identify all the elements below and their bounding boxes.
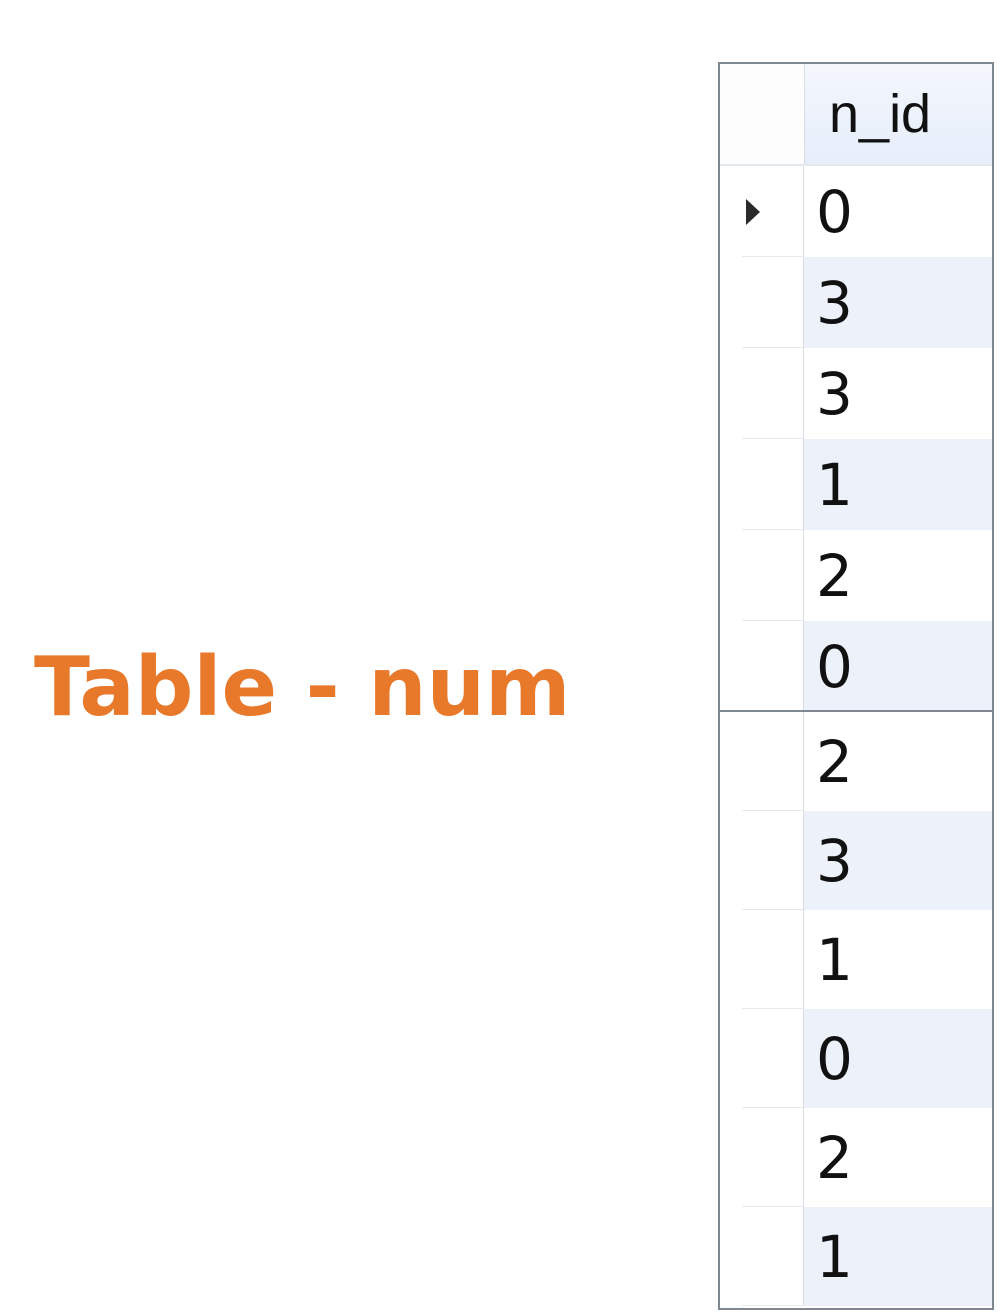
table-row[interactable]: 1 (720, 1207, 992, 1306)
column-header-n-id[interactable]: n_id (805, 64, 992, 164)
table-row[interactable]: 0 (720, 166, 992, 257)
table-row[interactable]: 1 (720, 439, 992, 530)
row-header[interactable] (720, 1108, 804, 1207)
cell-n-id[interactable]: 1 (804, 1207, 992, 1306)
table-row[interactable]: 0 (720, 1009, 992, 1108)
cell-n-id[interactable]: 0 (804, 1009, 992, 1108)
row-header[interactable] (720, 621, 804, 712)
table-row[interactable]: 1 (720, 910, 992, 1009)
cell-n-id[interactable]: 2 (804, 712, 992, 811)
row-header[interactable] (720, 530, 804, 621)
table-row[interactable]: 0 (720, 621, 992, 712)
row-header[interactable] (720, 439, 804, 530)
table-row[interactable]: 3 (720, 257, 992, 348)
result-grid-top[interactable]: n_id 0 3 3 1 2 0 (718, 62, 994, 712)
cell-n-id[interactable]: 2 (804, 1108, 992, 1207)
slide-stage: Table - num n_id 0 3 3 1 2 0 2 3 1 0 2 1 (0, 0, 1008, 1312)
row-header[interactable] (720, 166, 804, 257)
cell-n-id[interactable]: 0 (804, 166, 992, 257)
cell-n-id[interactable]: 3 (804, 257, 992, 348)
table-row[interactable]: 2 (720, 1108, 992, 1207)
table-row[interactable]: 3 (720, 811, 992, 910)
row-indicator-arrow-icon (746, 198, 760, 225)
cell-n-id[interactable]: 0 (804, 621, 992, 712)
table-row[interactable]: 2 (720, 530, 992, 621)
table-caption: Table - num (34, 640, 571, 735)
table-row[interactable]: 2 (720, 712, 992, 811)
table-row[interactable]: 3 (720, 348, 992, 439)
row-header[interactable] (720, 1207, 804, 1306)
result-grid-bottom[interactable]: 2 3 1 0 2 1 (718, 710, 994, 1310)
row-header[interactable] (720, 811, 804, 910)
cell-n-id[interactable]: 1 (804, 439, 992, 530)
row-header[interactable] (720, 257, 804, 348)
row-header[interactable] (720, 910, 804, 1009)
grid-corner[interactable] (720, 64, 805, 164)
cell-n-id[interactable]: 3 (804, 348, 992, 439)
row-header[interactable] (720, 1009, 804, 1108)
cell-n-id[interactable]: 3 (804, 811, 992, 910)
row-header[interactable] (720, 712, 804, 811)
grid-header-row: n_id (720, 64, 992, 166)
cell-n-id[interactable]: 2 (804, 530, 992, 621)
row-header[interactable] (720, 348, 804, 439)
cell-n-id[interactable]: 1 (804, 910, 992, 1009)
